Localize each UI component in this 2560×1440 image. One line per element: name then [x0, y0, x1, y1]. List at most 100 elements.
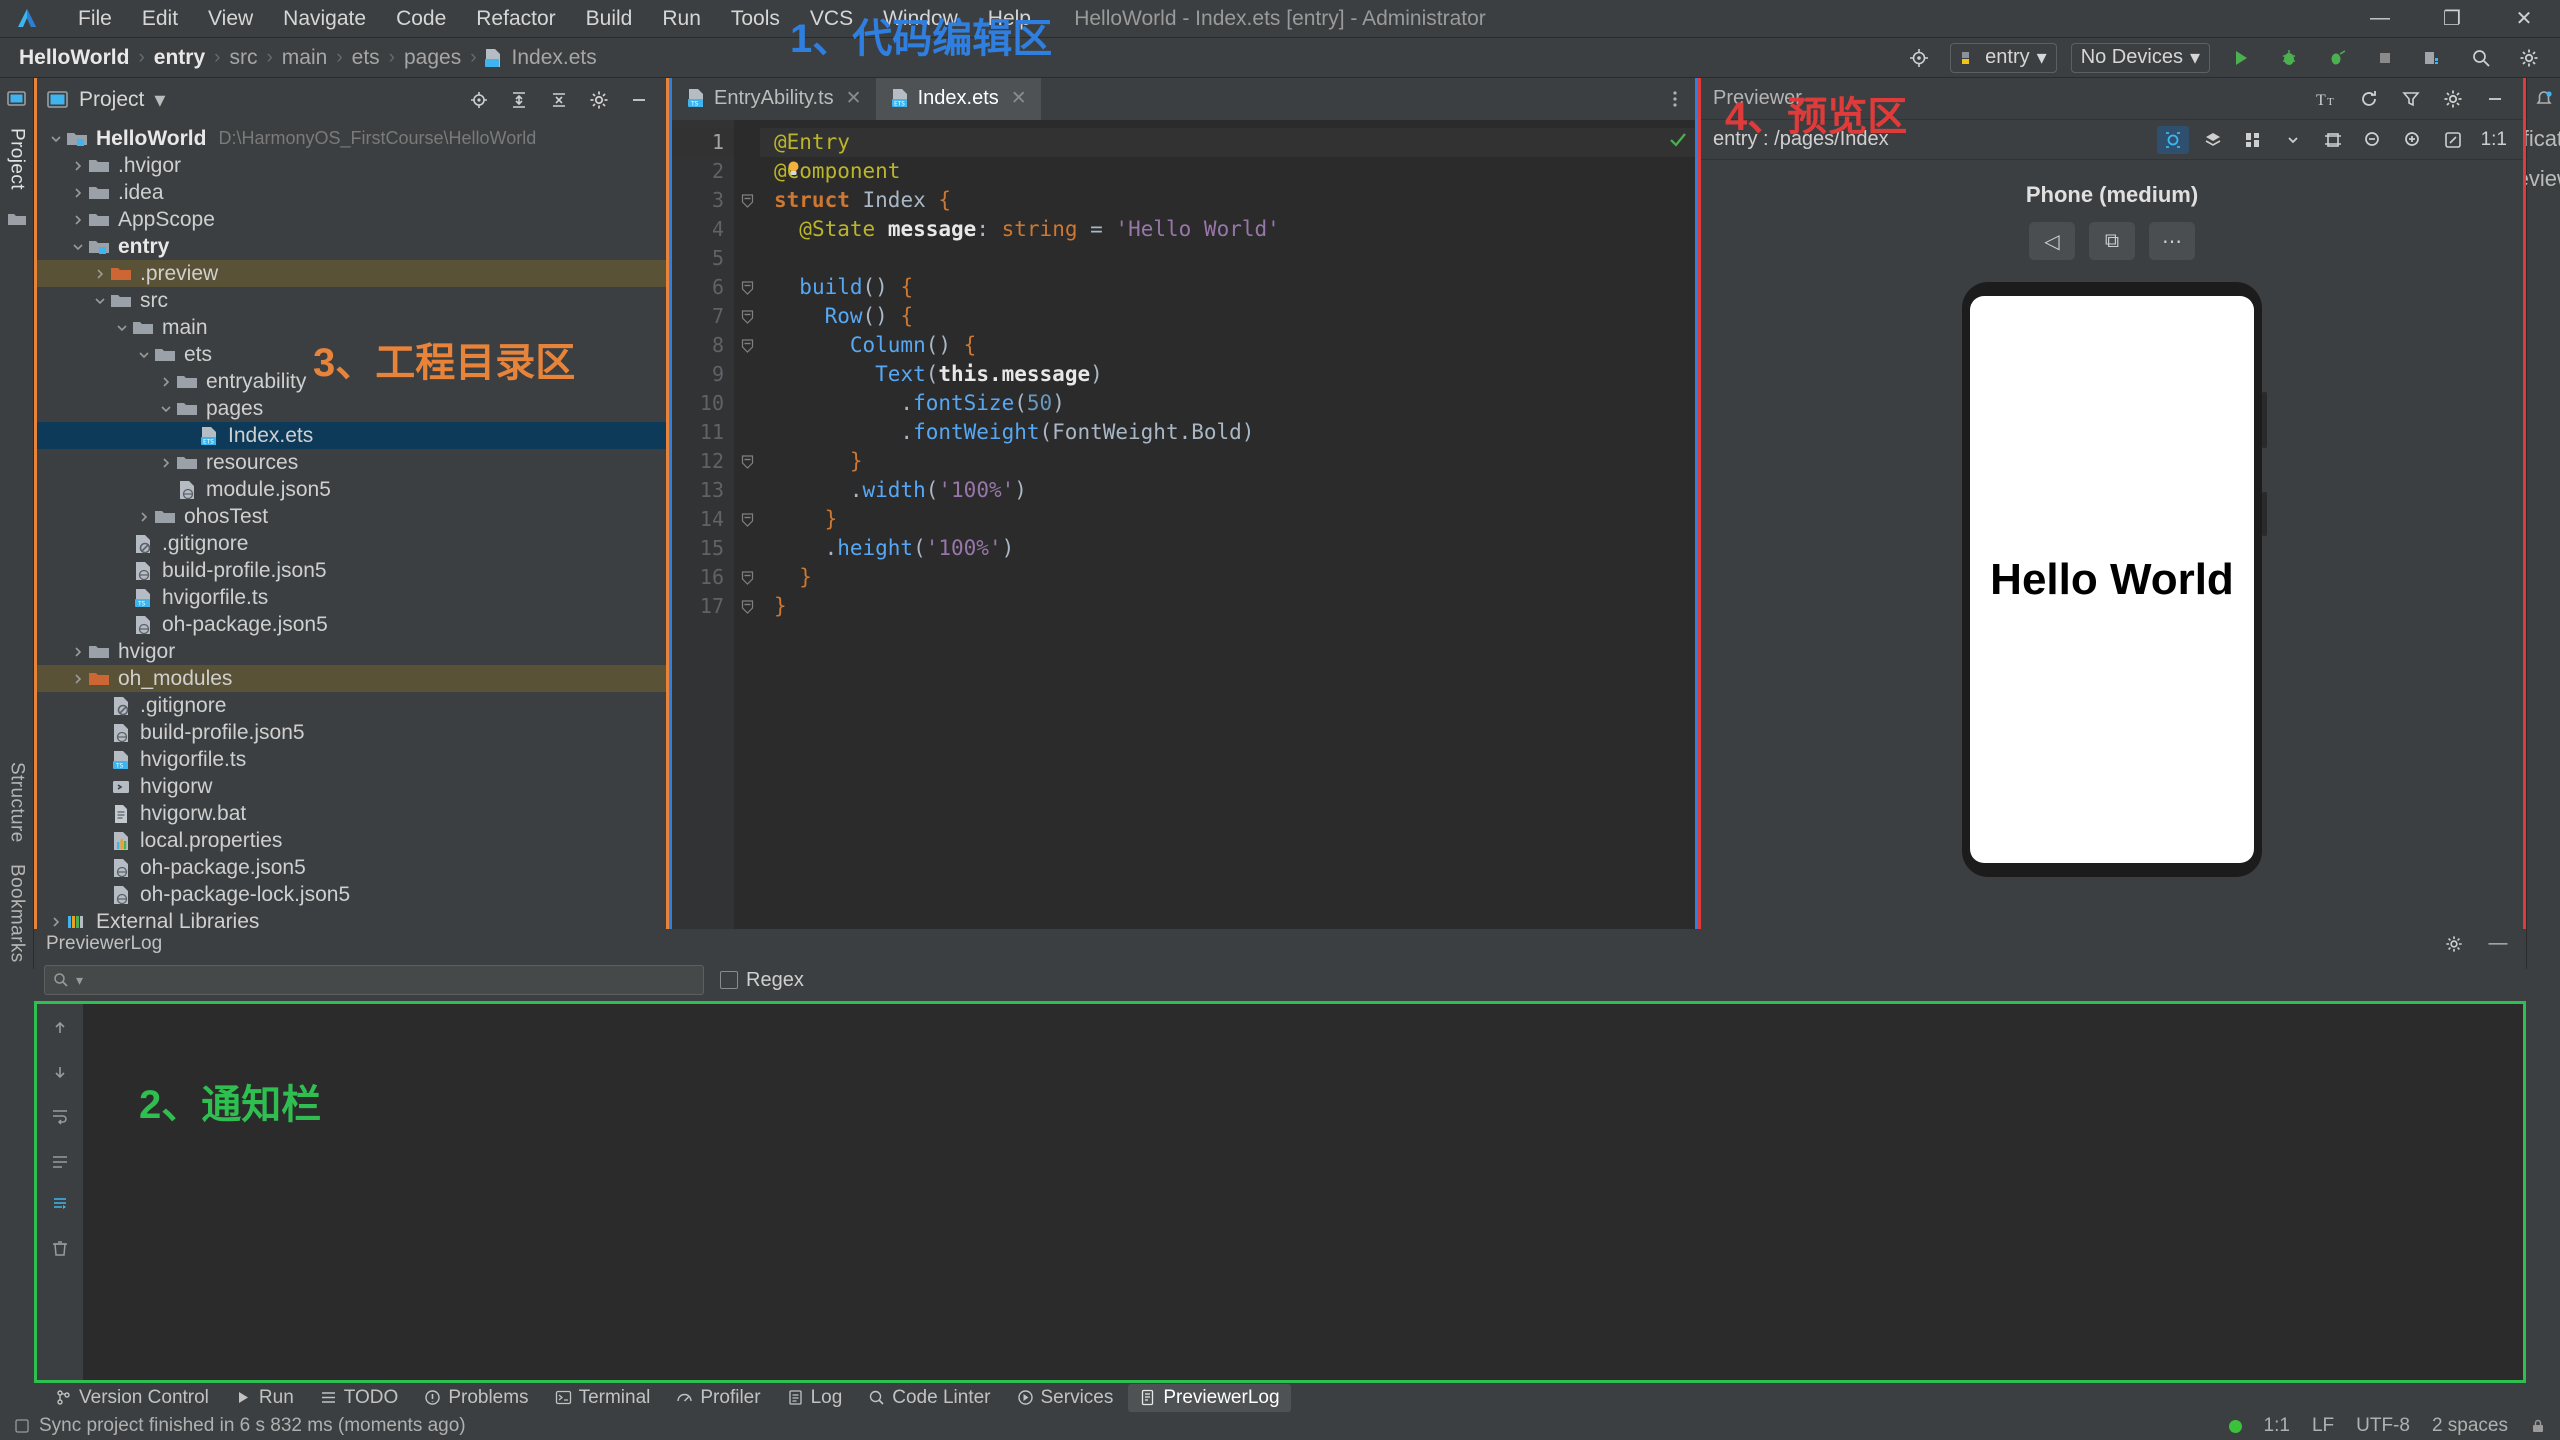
chevron-right-icon[interactable]: [69, 643, 87, 661]
tree-item-preview[interactable]: .preview: [37, 260, 666, 287]
tree-item-entry[interactable]: entry: [37, 233, 666, 260]
tree-item-indexets[interactable]: ETS Index.ets: [37, 422, 666, 449]
collapse-all-icon[interactable]: [542, 85, 576, 115]
menu-bar[interactable]: File Edit View Navigate Code Refactor Build Run…: [66, 4, 1043, 34]
chevron-down-icon[interactable]: [135, 346, 153, 364]
regex-checkbox[interactable]: [720, 971, 738, 989]
select-opened-file-icon[interactable]: [462, 85, 496, 115]
tree-item-buildprofilejson5[interactable]: build-profile.json5: [37, 719, 666, 746]
layers-icon[interactable]: [2197, 126, 2229, 154]
breadcrumb-item-ets[interactable]: ets: [349, 46, 383, 70]
project-settings-gear-icon[interactable]: [582, 85, 616, 115]
project-file-tree[interactable]: HelloWorld D:\HarmonyOS_FirstCourse\Hello…: [37, 122, 666, 966]
window-controls[interactable]: — ❐ ✕: [2344, 0, 2560, 37]
fit-to-screen-icon[interactable]: [2437, 126, 2469, 154]
code-line[interactable]: @State message: string = 'Hello World': [760, 215, 1695, 244]
caret-position[interactable]: 1:1: [2264, 1415, 2290, 1437]
run-button[interactable]: [2224, 43, 2258, 73]
rotate-device-button[interactable]: ◁: [2029, 222, 2075, 260]
code-line[interactable]: }: [760, 592, 1695, 621]
chevron-right-icon[interactable]: [157, 373, 175, 391]
tree-item-appscope[interactable]: AppScope: [37, 206, 666, 233]
intention-bulb-icon[interactable]: [784, 159, 803, 178]
chevron-right-icon[interactable]: [47, 913, 65, 931]
chevron-right-icon[interactable]: [91, 265, 109, 283]
minimize-button[interactable]: —: [2344, 0, 2416, 37]
fold-collapse-icon[interactable]: [734, 331, 760, 360]
zoom-ratio-label[interactable]: 1:1: [2477, 126, 2511, 154]
close-button[interactable]: ✕: [2488, 0, 2560, 37]
font-size-icon[interactable]: TT: [2311, 85, 2343, 113]
status-bar-right[interactable]: 1:1 LF UTF-8 2 spaces: [2228, 1415, 2546, 1437]
code-line[interactable]: .fontSize(50): [760, 389, 1695, 418]
scroll-down-icon[interactable]: [44, 1058, 76, 1086]
regex-checkbox-row[interactable]: Regex: [720, 969, 804, 992]
tool-window-previewerlog[interactable]: PreviewerLog: [1128, 1383, 1291, 1412]
menu-item-run[interactable]: Run: [650, 4, 713, 34]
chevron-right-icon[interactable]: [69, 184, 87, 202]
fold-collapse-icon[interactable]: [734, 505, 760, 534]
folder-rail-icon[interactable]: [4, 206, 30, 232]
fold-collapse-icon[interactable]: [734, 186, 760, 215]
breadcrumb-item-indexets[interactable]: Index.ets: [509, 46, 600, 70]
log-output-area[interactable]: 2、通知栏: [83, 1004, 2523, 1380]
tool-window-bar[interactable]: Version Control Run TODO Problems Terminal Pr…: [0, 1383, 2560, 1412]
chevron-right-icon[interactable]: [69, 670, 87, 688]
zoom-in-icon[interactable]: [2397, 126, 2429, 154]
editor-tab-bar[interactable]: TS EntryAbility.ts ✕ ETS Index.ets ✕: [672, 78, 1695, 120]
code-line[interactable]: }: [760, 447, 1695, 476]
menu-item-vcs[interactable]: VCS: [798, 4, 865, 34]
code-line[interactable]: @Component: [760, 157, 1695, 186]
tree-item-idea[interactable]: .idea: [37, 179, 666, 206]
menu-item-view[interactable]: View: [196, 4, 265, 34]
tree-item-buildprofilejson5[interactable]: build-profile.json5: [37, 557, 666, 584]
tree-item-ohostest[interactable]: ohosTest: [37, 503, 666, 530]
code-line[interactable]: build() {: [760, 273, 1695, 302]
inspector-toggle-icon[interactable]: [2156, 125, 2189, 154]
close-tab-icon[interactable]: ✕: [1011, 87, 1027, 110]
tree-item-helloworld[interactable]: HelloWorld D:\HarmonyOS_FirstCourse\Hello…: [37, 125, 666, 152]
menu-item-navigate[interactable]: Navigate: [271, 4, 378, 34]
editor-tab-entryabilityts[interactable]: TS EntryAbility.ts ✕: [672, 78, 876, 120]
code-text[interactable]: @Entry @Component struct Index { @State me…: [760, 120, 1695, 932]
rail-label-bookmarks[interactable]: Bookmarks: [6, 858, 28, 969]
code-line[interactable]: @Entry: [760, 128, 1695, 157]
chevron-down-icon[interactable]: [157, 400, 175, 418]
code-line[interactable]: }: [760, 563, 1695, 592]
indent-setting[interactable]: 2 spaces: [2432, 1415, 2508, 1437]
tool-window-versioncontrol[interactable]: Version Control: [44, 1384, 220, 1412]
right-tool-rail[interactable]: Notifications Previewer: [2484, 78, 2560, 969]
log-settings-gear-icon[interactable]: [2438, 930, 2470, 958]
device-selector[interactable]: No Devices ▾: [2070, 42, 2210, 73]
tree-item-hvigorwbat[interactable]: hvigorw.bat: [37, 800, 666, 827]
tree-item-gitignore[interactable]: .gitignore: [37, 530, 666, 557]
device-manager-icon[interactable]: [2416, 43, 2450, 73]
project-dropdown-icon[interactable]: ▾: [154, 87, 165, 113]
log-side-toolbar[interactable]: [37, 1004, 83, 1380]
preview-device-controls[interactable]: ◁ ⧉ ⋯: [2029, 222, 2195, 260]
tree-item-hvigorfilets[interactable]: TS hvigorfile.ts: [37, 746, 666, 773]
tool-window-codelinter[interactable]: Code Linter: [857, 1384, 1001, 1412]
left-tool-rail[interactable]: Project Structure Bookmarks: [0, 78, 34, 969]
scroll-up-icon[interactable]: [44, 1014, 76, 1042]
tree-item-hvigorw[interactable]: hvigorw: [37, 773, 666, 800]
menu-item-file[interactable]: File: [66, 4, 124, 34]
tree-item-hvigorfilets[interactable]: TS hvigorfile.ts: [37, 584, 666, 611]
project-rail-icon[interactable]: [4, 86, 30, 112]
rail-label-structure[interactable]: Structure: [6, 756, 28, 849]
preview-phone-frame[interactable]: Hello World: [1962, 282, 2267, 877]
previewer-settings-gear-icon[interactable]: [2437, 85, 2469, 113]
tree-item-ohpackagejson5[interactable]: oh-package.json5: [37, 854, 666, 881]
line-separator[interactable]: LF: [2312, 1415, 2334, 1437]
hide-project-panel-icon[interactable]: [622, 85, 656, 115]
tree-item-modulejson5[interactable]: module.json5: [37, 476, 666, 503]
notifications-icon[interactable]: [2531, 86, 2557, 112]
chevron-down-icon[interactable]: [91, 292, 109, 310]
chevron-down-icon[interactable]: [113, 319, 131, 337]
tool-window-profiler[interactable]: Profiler: [665, 1384, 771, 1412]
clear-log-icon[interactable]: [44, 1234, 76, 1262]
attach-debugger-button[interactable]: [2320, 43, 2354, 73]
fold-collapse-icon[interactable]: [734, 447, 760, 476]
breadcrumb-item-helloworld[interactable]: HelloWorld: [16, 46, 132, 70]
maximize-button[interactable]: ❐: [2416, 0, 2488, 37]
